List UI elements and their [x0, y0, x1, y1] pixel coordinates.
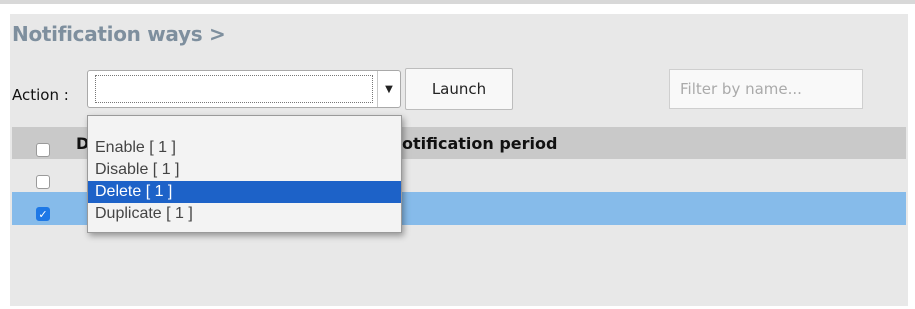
action-select[interactable]: ▼	[87, 70, 401, 108]
action-label: Action :	[12, 86, 69, 104]
filter-input[interactable]: Filter by name...	[669, 69, 863, 109]
row-checkbox-checked[interactable]: ✓	[36, 207, 50, 221]
action-dropdown-menu: Enable [ 1 ] Disable [ 1 ] Delete [ 1 ] …	[87, 115, 402, 233]
page-title: Notification ways >	[12, 22, 226, 46]
launch-button[interactable]: Launch	[405, 68, 513, 110]
menu-item-delete[interactable]: Delete [ 1 ]	[88, 181, 401, 203]
triangle-down-icon[interactable]: ▼	[377, 71, 400, 107]
select-all-checkbox[interactable]	[36, 143, 50, 157]
menu-item-enable[interactable]: Enable [ 1 ]	[88, 137, 401, 159]
action-select-value	[95, 75, 373, 103]
top-divider	[0, 0, 915, 4]
menu-item-disable[interactable]: Disable [ 1 ]	[88, 159, 401, 181]
column-header-notification-period[interactable]: otification period	[402, 134, 557, 153]
row-checkbox[interactable]	[36, 175, 50, 189]
checkmark-icon: ✓	[38, 208, 48, 221]
menu-item-duplicate[interactable]: Duplicate [ 1 ]	[88, 203, 401, 225]
